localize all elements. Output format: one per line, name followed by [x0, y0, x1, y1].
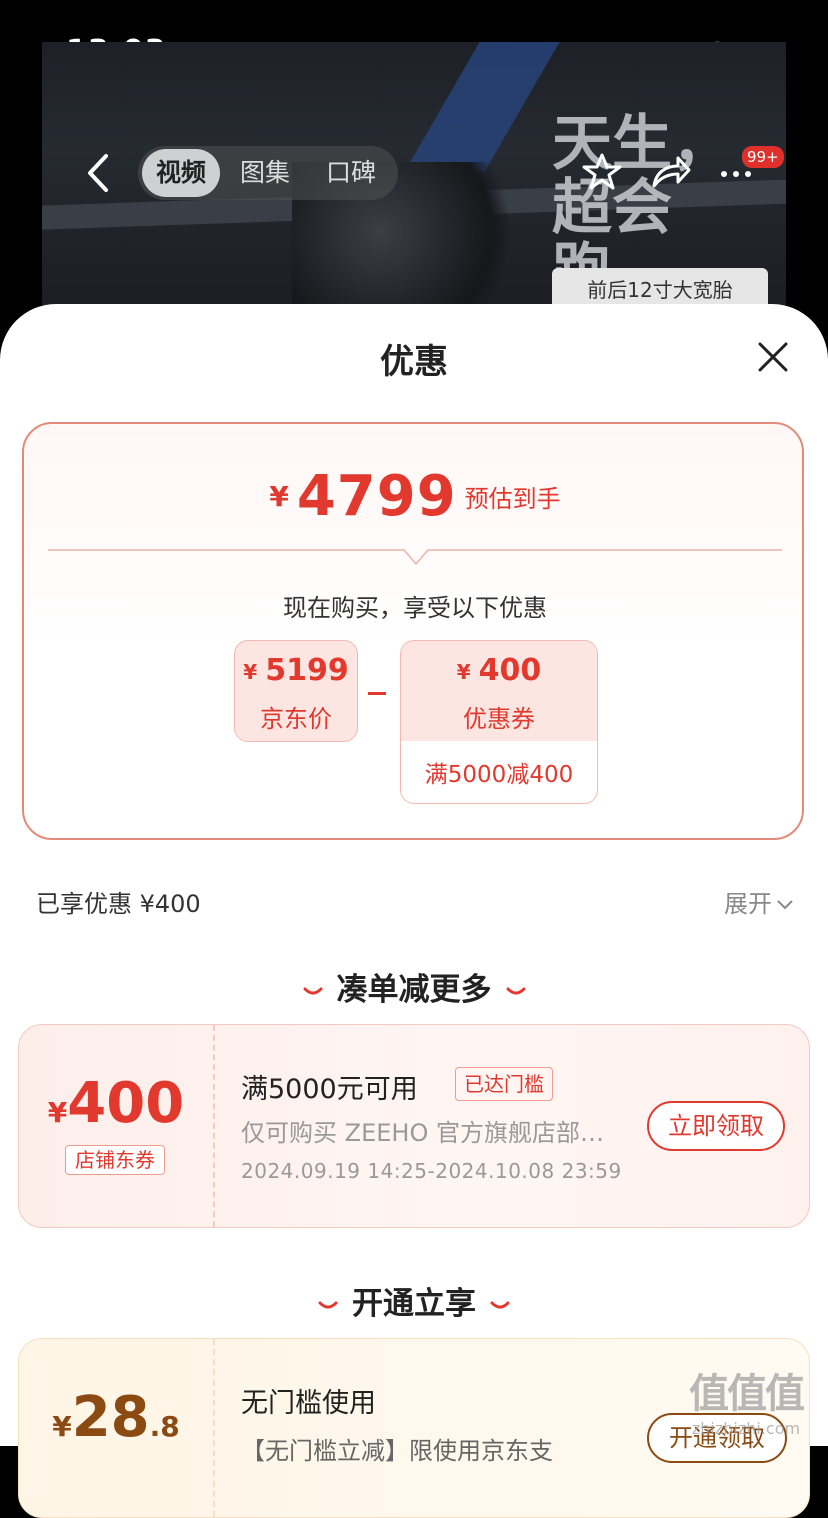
threshold-reached-badge: 已达门槛	[455, 1067, 553, 1101]
jd-price-value: 5199	[265, 653, 349, 688]
member-coupon-amount: ¥28.8	[19, 1385, 213, 1450]
smile-decor-icon	[490, 1301, 510, 1308]
smile-decor-icon	[506, 987, 525, 994]
banner-accent	[404, 42, 560, 172]
media-tabs: 视频 图集 口碑	[138, 146, 398, 200]
share-icon[interactable]	[648, 152, 692, 192]
back-icon[interactable]	[80, 150, 120, 196]
member-coupon-desc: 【无门槛立减】限使用京东支	[241, 1437, 553, 1465]
price-summary-card: ¥4799 预估到手 现在购买，享受以下优惠 ¥5199 京东价 ¥400 优惠券…	[22, 422, 804, 840]
tab-gallery[interactable]: 图集	[240, 146, 290, 200]
section-open-benefits: 开通立享	[0, 1278, 828, 1323]
site-watermark: 值值值 zhizhizhi.com	[676, 1361, 816, 1438]
tab-video[interactable]: 视频	[142, 149, 221, 197]
member-coupon-decimal: .8	[149, 1410, 180, 1443]
section-open-title: 开通立享	[352, 1286, 476, 1322]
claim-now-button[interactable]: 立即领取	[647, 1101, 785, 1151]
coupon-currency: ¥	[456, 659, 471, 684]
jd-price-amount: ¥5199	[235, 653, 357, 688]
discount-sheet: 优惠 ¥4799 预估到手 现在购买，享受以下优惠 ¥5199 京东价 ¥400 …	[0, 304, 828, 1518]
shop-coupon-desc: 仅可购买 ZEEHO 官方旗舰店部…	[241, 1119, 604, 1147]
shop-coupon-type: 店铺东券	[65, 1145, 165, 1175]
expand-label: 展开	[724, 890, 772, 918]
shop-coupon-date: 2024.09.19 14:25-2024.10.08 23:59	[241, 1159, 622, 1183]
estimate-label: 预估到手	[464, 485, 561, 513]
member-coupon-currency: ¥	[52, 1410, 72, 1443]
section-more-savings: 凑单减更多	[0, 964, 828, 1009]
coupon-label: 优惠券	[463, 705, 535, 733]
expand-toggle[interactable]: 展开	[724, 884, 794, 919]
shop-coupon-card: ¥400 店铺东券 满5000元可用 已达门槛 仅可购买 ZEEHO 官方旗舰店…	[18, 1024, 810, 1228]
watermark-url: zhizhizhi.com	[691, 1419, 801, 1438]
estimated-price: ¥4799 预估到手	[24, 464, 806, 529]
buy-now-note: 现在购买，享受以下优惠	[283, 594, 547, 622]
close-icon[interactable]	[754, 338, 792, 376]
coupon-value: 400	[478, 653, 542, 688]
coupon-perforation	[213, 1339, 215, 1517]
coupon-rule: 满5000减400	[424, 762, 574, 788]
message-badge: 99+	[742, 146, 784, 168]
jd-price-label: 京东价	[260, 705, 332, 733]
section-more-title: 凑单减更多	[336, 972, 492, 1008]
smile-decor-icon	[303, 987, 322, 994]
coupon-amount: ¥400	[401, 653, 597, 688]
minus-sign	[368, 692, 386, 695]
summary-divider	[48, 549, 782, 566]
watermark-logo: 值值值	[689, 1371, 805, 1417]
shop-coupon-currency: ¥	[47, 1096, 68, 1129]
enjoyed-discount: 已享优惠 ¥400	[36, 890, 201, 918]
estimate-amount: 4799	[296, 464, 457, 529]
tab-reviews[interactable]: 口碑	[326, 146, 376, 200]
member-coupon-value: 28	[71, 1385, 150, 1450]
chevron-down-icon	[777, 900, 793, 910]
coupon-perforation	[213, 1025, 215, 1227]
estimate-currency: ¥	[269, 480, 289, 513]
smile-decor-icon	[318, 1301, 338, 1308]
member-coupon-title: 无门槛使用	[241, 1388, 376, 1419]
star-icon[interactable]	[580, 152, 624, 192]
sheet-title: 优惠	[380, 342, 448, 382]
shop-coupon-value: 400	[67, 1071, 185, 1136]
shop-coupon-title: 满5000元可用	[241, 1074, 418, 1105]
shop-coupon-amount: ¥400	[19, 1071, 213, 1136]
jd-price-box: ¥5199 京东价	[234, 640, 358, 742]
jd-price-currency: ¥	[243, 659, 258, 684]
coupon-discount-box: ¥400 优惠券 满5000减400	[400, 640, 598, 804]
